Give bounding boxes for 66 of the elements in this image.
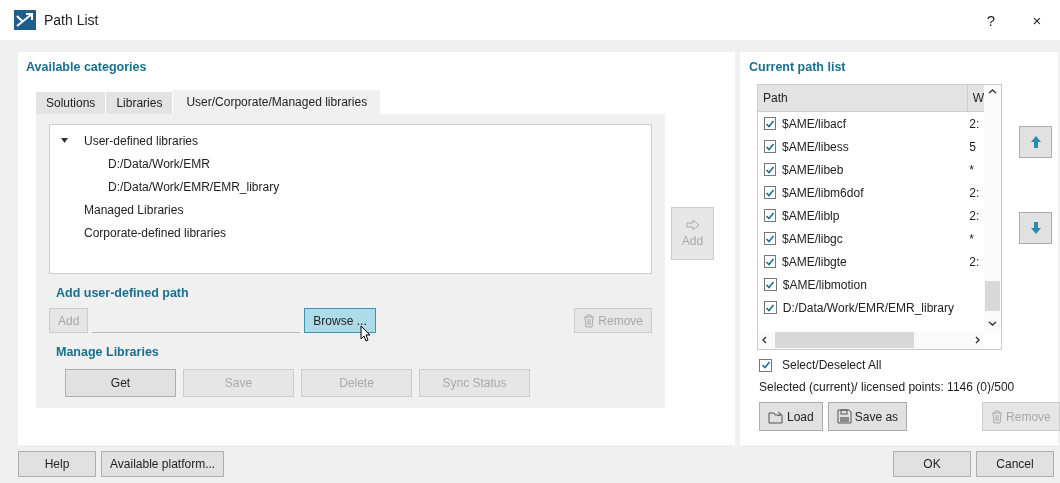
- help-button[interactable]: ?: [968, 11, 1014, 29]
- section-heading: Manage Libraries: [56, 345, 160, 359]
- table-cell-text: 2:: [969, 185, 981, 200]
- trash-icon: [991, 409, 1004, 424]
- help-button[interactable]: Help: [18, 451, 96, 477]
- checkbox[interactable]: [764, 301, 777, 314]
- tab[interactable]: Solutions: [36, 92, 107, 114]
- points-text: Selected (current)/ licensed points: 1146 (0)/500: [759, 380, 1016, 394]
- path-cell-text: $AME/libm6dof: [781, 185, 865, 200]
- mouse-cursor-icon: [360, 325, 372, 342]
- ok-button[interactable]: OK: [893, 451, 971, 477]
- checkbox[interactable]: [764, 255, 777, 268]
- tree-item[interactable]: User-defined libraries: [84, 133, 199, 148]
- move-down-button[interactable]: [1019, 212, 1052, 244]
- table-cell-text: 2:: [969, 208, 981, 223]
- path-cell-text: $AME/libgte: [781, 254, 848, 269]
- manage-button[interactable]: Get: [65, 369, 176, 397]
- platform-button[interactable]: Available platform...: [101, 451, 225, 477]
- checkbox[interactable]: [764, 163, 777, 176]
- section-heading: Available categories: [26, 60, 148, 74]
- section-heading: Current path list: [749, 60, 847, 74]
- path-cell-text: $AME/libmotion: [781, 277, 868, 292]
- down-arrow-icon: [1029, 221, 1042, 235]
- table-cell-text: 5: [969, 139, 977, 154]
- checkbox[interactable]: [764, 186, 777, 199]
- tab[interactable]: Libraries: [106, 92, 174, 114]
- cancel-button[interactable]: Cancel: [976, 451, 1054, 477]
- table-cell-text: *: [969, 162, 975, 177]
- horizontal-scrollbar[interactable]: [758, 331, 984, 349]
- path-cell-text: D:/Data/Work/EMR/EMR_library: [781, 300, 955, 315]
- checkbox[interactable]: [764, 209, 777, 222]
- tree-item[interactable]: Managed Libraries: [84, 202, 184, 217]
- path-cell-text: $AME/libgc: [781, 231, 844, 246]
- checkbox[interactable]: [759, 358, 772, 372]
- section-heading: Add user-defined path: [56, 286, 190, 300]
- tree-item[interactable]: Corporate-defined libraries: [84, 225, 227, 240]
- table-cell-text: *: [969, 231, 975, 246]
- vertical-scrollbar[interactable]: [984, 85, 1001, 331]
- select-all-label: Select/Deselect All: [782, 358, 882, 372]
- checkbox[interactable]: [764, 117, 777, 130]
- app-logo-icon: [14, 10, 36, 30]
- table-cell-text: 2:: [969, 254, 981, 269]
- tree-item[interactable]: D:/Data/Work/EMR/EMR_library: [108, 179, 280, 194]
- save-as-button[interactable]: Save as: [827, 402, 908, 431]
- column-header[interactable]: Path: [758, 85, 968, 111]
- path-cell-text: $AME/libeb: [781, 162, 845, 177]
- expanded-arrow-icon[interactable]: [60, 136, 69, 145]
- table-cell-text: 2:: [969, 116, 981, 131]
- path-cell-text: $AME/libacf: [781, 116, 848, 131]
- move-up-button[interactable]: [1019, 126, 1052, 158]
- folder-icon: [768, 409, 784, 424]
- close-button[interactable]: ×: [1014, 11, 1060, 29]
- tree-item[interactable]: D:/Data/Work/EMR: [108, 156, 210, 171]
- up-arrow-icon: [1029, 135, 1042, 149]
- right-arrow-icon: [685, 219, 700, 231]
- load-button[interactable]: Load: [759, 402, 823, 431]
- trash-icon: [583, 313, 596, 328]
- checkbox[interactable]: [764, 140, 777, 153]
- path-cell-text: $AME/libess: [781, 139, 850, 154]
- checkbox[interactable]: [764, 278, 777, 291]
- column-header[interactable]: W: [967, 91, 984, 105]
- window-title: Path List: [44, 12, 100, 28]
- checkbox[interactable]: [764, 232, 777, 245]
- path-cell-text: $AME/liblp: [781, 208, 841, 223]
- tab[interactable]: User/Corporate/Managed libraries: [173, 90, 382, 114]
- browse-button[interactable]: Browse ...: [304, 308, 376, 333]
